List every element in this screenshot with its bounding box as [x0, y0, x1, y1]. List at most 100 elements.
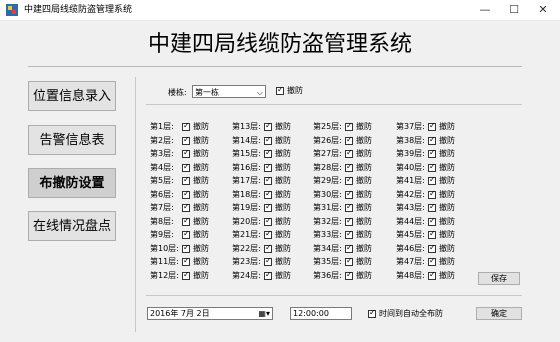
- confirm-button[interactable]: 确定: [476, 307, 522, 320]
- floor-checkbox[interactable]: [264, 229, 272, 239]
- floor-checkbox[interactable]: [428, 162, 436, 172]
- floor-checkbox[interactable]: [264, 270, 272, 280]
- floor-checkbox[interactable]: [428, 189, 436, 199]
- floor-state-label: 撤防: [275, 271, 291, 280]
- floor-state-label: 撤防: [356, 244, 372, 253]
- floor-state-label: 撤防: [439, 136, 455, 145]
- floor-checkbox[interactable]: [264, 243, 272, 253]
- floor-checkbox[interactable]: [345, 229, 353, 239]
- floor-checkbox[interactable]: [264, 162, 272, 172]
- maximize-button[interactable]: ☐: [499, 0, 529, 20]
- title-bar: 中建四局线缆防盗管理系统 — ☐ ✕: [0, 0, 560, 21]
- close-button[interactable]: ✕: [528, 0, 558, 20]
- floor-checkbox[interactable]: [264, 256, 272, 266]
- floor-label: 第15层:: [232, 149, 261, 158]
- floor-state-label: 撤防: [439, 149, 455, 158]
- floor-checkbox[interactable]: [428, 148, 436, 158]
- floor-checkbox[interactable]: [264, 202, 272, 212]
- floor-checkbox[interactable]: [182, 148, 190, 158]
- floor-label: 第41层:: [396, 176, 425, 185]
- floor-checkbox[interactable]: [264, 189, 272, 199]
- window-title: 中建四局线缆防盗管理系统: [24, 5, 133, 15]
- building-select-value: 第一栋: [195, 88, 219, 97]
- date-picker[interactable]: 2016年 7月 2日 ▦▾: [147, 307, 273, 320]
- floor-checkbox[interactable]: [345, 135, 353, 145]
- floor-label: 第14层:: [232, 136, 261, 145]
- floor-label: 第1层:: [150, 122, 174, 131]
- floor-checkbox[interactable]: [182, 243, 190, 253]
- floor-state-label: 撤防: [275, 244, 291, 253]
- floor-state-label: 撤防: [193, 190, 209, 199]
- floor-checkbox[interactable]: [264, 135, 272, 145]
- floor-checkbox[interactable]: [345, 189, 353, 199]
- floor-checkbox[interactable]: [345, 175, 353, 185]
- floor-checkbox[interactable]: [345, 256, 353, 266]
- floor-checkbox[interactable]: [428, 270, 436, 280]
- floor-checkbox[interactable]: [428, 121, 436, 131]
- save-button[interactable]: 保存: [478, 272, 520, 285]
- main-client: 中建四局线缆防盗管理系统 位置信息录入 告警信息表 布撤防设置 在线情况盘点 楼…: [0, 21, 560, 342]
- floor-checkbox[interactable]: [428, 175, 436, 185]
- floor-checkbox[interactable]: [345, 121, 353, 131]
- floor-state-label: 撤防: [275, 190, 291, 199]
- floor-checkbox[interactable]: [428, 256, 436, 266]
- floor-checkbox[interactable]: [428, 216, 436, 226]
- floor-checkbox[interactable]: [345, 216, 353, 226]
- floor-checkbox[interactable]: [264, 216, 272, 226]
- floor-checkbox[interactable]: [182, 162, 190, 172]
- floor-checkbox[interactable]: [345, 270, 353, 280]
- floor-label: 第40层:: [396, 163, 425, 172]
- floor-state-label: 撤防: [193, 176, 209, 185]
- floor-checkbox[interactable]: [428, 135, 436, 145]
- floor-checkbox[interactable]: [182, 121, 190, 131]
- floor-checkbox[interactable]: [264, 148, 272, 158]
- nav-location-entry-button[interactable]: 位置信息录入: [28, 81, 116, 111]
- floor-checkbox[interactable]: [182, 216, 190, 226]
- floor-checkbox[interactable]: [182, 189, 190, 199]
- nav-alarm-list-button[interactable]: 告警信息表: [28, 125, 116, 155]
- time-field[interactable]: 12:00:00: [290, 307, 352, 320]
- settings-divider: [146, 104, 522, 105]
- floor-label: 第21层:: [232, 230, 261, 239]
- floor-checkbox[interactable]: [428, 202, 436, 212]
- auto-arm-checkbox[interactable]: [368, 308, 376, 318]
- floor-checkbox[interactable]: [182, 229, 190, 239]
- floor-label: 第32层:: [313, 217, 342, 226]
- nav-arm-disarm-button[interactable]: 布撤防设置: [28, 168, 116, 198]
- floor-label: 第19层:: [232, 203, 261, 212]
- floor-label: 第23层:: [232, 257, 261, 266]
- floor-label: 第31层:: [313, 203, 342, 212]
- floor-checkbox[interactable]: [182, 256, 190, 266]
- floor-checkbox[interactable]: [182, 270, 190, 280]
- floor-state-label: 撤防: [439, 190, 455, 199]
- floor-state-label: 撤防: [275, 163, 291, 172]
- floor-state-label: 撤防: [356, 190, 372, 199]
- floor-state-label: 撤防: [439, 217, 455, 226]
- floor-state-label: 撤防: [356, 136, 372, 145]
- floor-checkbox[interactable]: [182, 135, 190, 145]
- arm-all-checkbox[interactable]: [276, 85, 284, 95]
- building-select[interactable]: 第一栋 ⌵: [192, 85, 266, 98]
- minimize-button[interactable]: —: [470, 0, 500, 20]
- building-label: 楼栋:: [168, 88, 187, 97]
- floor-label: 第17层:: [232, 176, 261, 185]
- floor-label: 第37层:: [396, 122, 425, 131]
- floor-checkbox[interactable]: [345, 202, 353, 212]
- nav-online-check-button[interactable]: 在线情况盘点: [28, 211, 116, 241]
- floor-state-label: 撤防: [356, 257, 372, 266]
- floor-checkbox[interactable]: [264, 175, 272, 185]
- floor-state-label: 撤防: [275, 176, 291, 185]
- floor-checkbox[interactable]: [345, 243, 353, 253]
- floor-checkbox[interactable]: [345, 162, 353, 172]
- floor-state-label: 撤防: [193, 257, 209, 266]
- floor-label: 第29层:: [313, 176, 342, 185]
- floor-label: 第25层:: [313, 122, 342, 131]
- floor-checkbox[interactable]: [428, 243, 436, 253]
- floor-checkbox[interactable]: [182, 175, 190, 185]
- floor-label: 第42层:: [396, 190, 425, 199]
- floor-checkbox[interactable]: [345, 148, 353, 158]
- floor-checkbox[interactable]: [182, 202, 190, 212]
- floor-checkbox[interactable]: [428, 229, 436, 239]
- floor-checkbox[interactable]: [264, 121, 272, 131]
- floor-label: 第48层:: [396, 271, 425, 280]
